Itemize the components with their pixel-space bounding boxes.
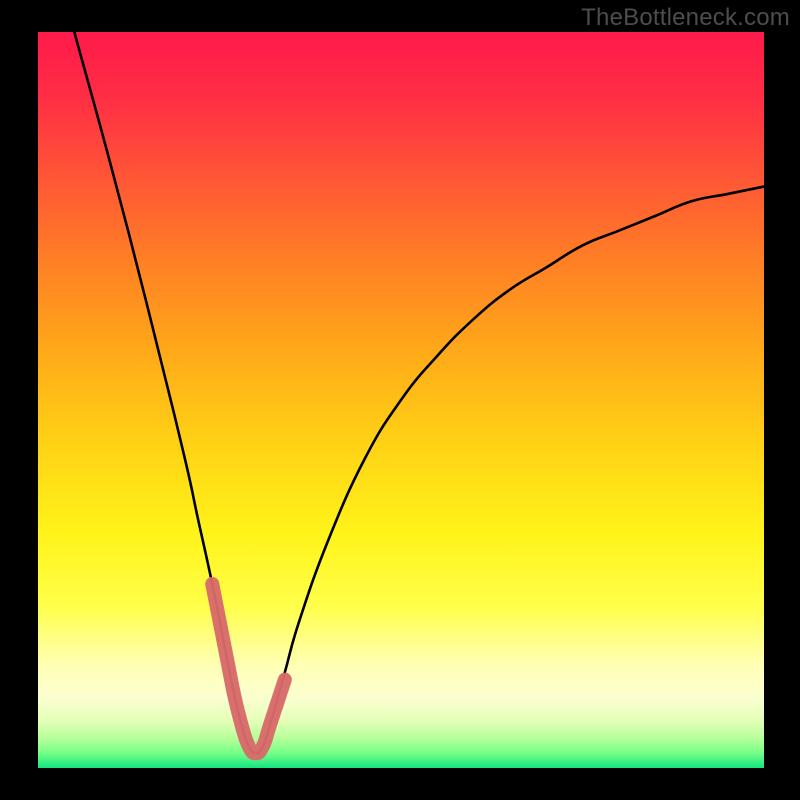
bottleneck-chart	[0, 0, 800, 800]
chart-frame: TheBottleneck.com	[0, 0, 800, 800]
watermark-text: TheBottleneck.com	[581, 4, 790, 32]
